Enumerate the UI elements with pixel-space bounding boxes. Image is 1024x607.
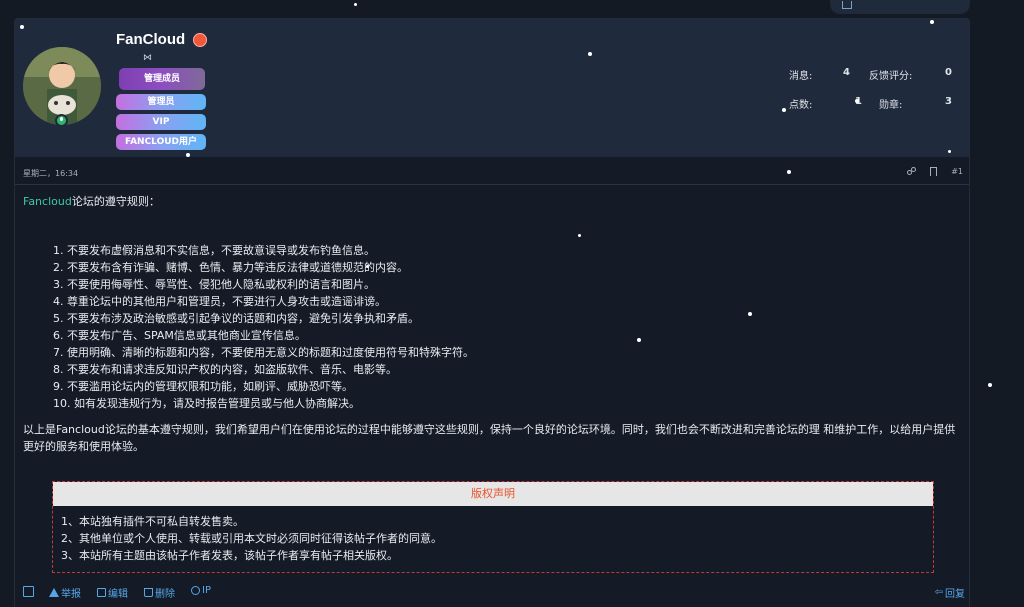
rule-item: 8. 不要发布和请求违反知识产权的内容，如盗版软件、音乐、电影等。 (53, 363, 397, 376)
badge-staff: 管理成员 (119, 68, 205, 90)
post-footer: 举报 编辑 删除 IP ⇦ 回复 (23, 585, 965, 601)
edit-label: 编辑 (108, 589, 128, 600)
messages-label: 消息: (789, 71, 813, 82)
copyright-line: 1、本站独有插件不可私自转发售卖。 (61, 515, 244, 528)
medals-label: 勋章: (879, 100, 903, 111)
report-button[interactable]: 举报 (49, 585, 81, 600)
badge-vip: VIP (116, 114, 206, 130)
rules-list: 1. 不要发布虚假消息和不实信息，不要故意误导或发布钓鱼信息。 2. 不要发布含… (23, 242, 963, 412)
post-summary: 以上是Fancloud论坛的基本遵守规则，我们希望用户们在使用论坛的过程中能够遵… (23, 423, 956, 453)
copyright-line: 2、其他单位或个人使用、转载或引用本文时必须同时征得该帖子作者的同意。 (61, 532, 442, 545)
verified-badge-icon (193, 33, 207, 47)
rule-item: 5. 不要发布涉及政治敏感或引起争议的话题和内容，避免引发争执和矛盾。 (53, 312, 419, 325)
select-checkbox[interactable] (23, 586, 34, 597)
copyright-title: 版权声明 (53, 482, 933, 506)
ip-label: IP (202, 585, 211, 596)
rule-item: 1. 不要发布虚假消息和不实信息，不要故意误导或发布钓鱼信息。 (53, 244, 375, 257)
reply-button[interactable]: ⇦ 回复 (935, 585, 965, 600)
snowflake (20, 25, 24, 29)
bow-icon: ⋈ (143, 53, 152, 63)
post-date[interactable]: 星期二，16:34 (23, 168, 78, 179)
username[interactable]: FanCloud (116, 31, 185, 48)
rule-item: 2. 不要发布含有诈骗、赌博、色情、暴力等违反法律或道德规范的内容。 (53, 261, 408, 274)
edit-icon (97, 588, 106, 597)
user-header: FanCloud ⋈ 管理成员 管理员 VIP FANCLOUD用户 消息: 4… (15, 19, 969, 157)
post-meta-actions: #1 (907, 167, 963, 176)
report-label: 举报 (61, 589, 81, 600)
post-number[interactable]: #1 (951, 167, 963, 176)
trash-icon (144, 588, 153, 597)
delete-button[interactable]: 删除 (144, 585, 175, 600)
snowflake (186, 153, 190, 157)
top-tab[interactable] (830, 0, 970, 14)
tab-icon (842, 1, 852, 9)
ip-button[interactable]: IP (191, 585, 211, 596)
feedback-label: 反馈评分: (869, 71, 913, 82)
snowflake (588, 52, 592, 56)
rule-item: 7. 使用明确、清晰的标题和内容，不要使用无意义的标题和过度使用符号和特殊字符。 (53, 346, 474, 359)
rule-item: 4. 尊重论坛中的其他用户和管理员，不要进行人身攻击或造谣诽谤。 (53, 295, 386, 308)
online-status-icon (55, 114, 68, 127)
share-icon[interactable] (907, 167, 917, 176)
snowflake (782, 108, 786, 112)
intro-text: 论坛的遵守规则： (71, 195, 160, 208)
feedback-value: 0 (945, 67, 952, 78)
snowflake (366, 265, 369, 268)
reply-label: 回复 (945, 589, 965, 600)
bookmark-icon[interactable] (930, 167, 938, 176)
snowflake (930, 20, 934, 24)
snowflake (948, 150, 951, 153)
post-meta: 星期二，16:34 #1 (15, 159, 969, 185)
rule-item: 10. 如有发现违规行为，请及时报告管理员或与他人协商解决。 (53, 397, 360, 410)
post-body: Fancloud论坛的遵守规则： 1. 不要发布虚假消息和不实信息，不要故意误导… (23, 193, 963, 455)
snowflake (637, 338, 641, 342)
warning-icon (49, 588, 59, 597)
rule-item: 3. 不要使用侮辱性、辱骂性、侵犯他人隐私或权利的语言和图片。 (53, 278, 375, 291)
rule-item: 6. 不要发布广告、SPAM信息或其他商业宣传信息。 (53, 329, 306, 342)
copyright-line: 3、本站所有主题由该帖子作者发表，该帖子作者享有帖子相关版权。 (61, 549, 398, 562)
reply-icon: ⇦ (934, 587, 943, 598)
badge-fancloud-user: FANCLOUD用户 (116, 134, 206, 150)
messages-value: 4 (843, 67, 850, 78)
post-card: FanCloud ⋈ 管理成员 管理员 VIP FANCLOUD用户 消息: 4… (14, 18, 970, 607)
snowflake (578, 234, 581, 237)
snowflake (748, 312, 752, 316)
delete-label: 删除 (155, 589, 175, 600)
snowflake (354, 3, 357, 6)
copyright-box: 版权声明 1、本站独有插件不可私自转发售卖。 2、其他单位或个人使用、转载或引用… (52, 481, 934, 573)
badge-admin: 管理员 (116, 94, 206, 110)
points-label: 点数: (789, 100, 813, 111)
copyright-lines: 1、本站独有插件不可私自转发售卖。 2、其他单位或个人使用、转载或引用本文时必须… (53, 506, 933, 564)
snowflake (988, 383, 992, 387)
medals-value: 3 (945, 96, 952, 107)
post-intro: Fancloud论坛的遵守规则： (23, 193, 963, 210)
snowflake (787, 170, 791, 174)
intro-highlight: Fancloud (23, 195, 72, 208)
user-icon (191, 586, 200, 595)
edit-button[interactable]: 编辑 (97, 585, 128, 600)
snowflake (855, 99, 859, 103)
rule-item: 9. 不要滥用论坛内的管理权限和功能，如刷评、威胁恐吓等。 (53, 380, 353, 393)
